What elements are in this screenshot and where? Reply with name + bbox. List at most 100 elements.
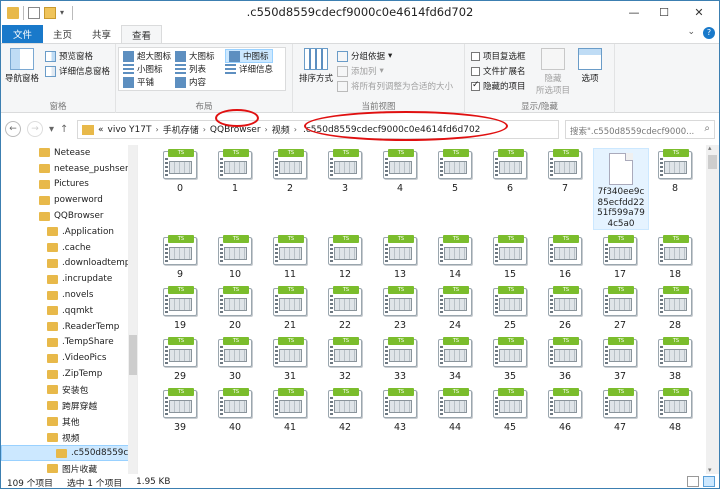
chevron-right-icon[interactable]: › xyxy=(294,125,297,134)
nav-tree-item[interactable]: .cache xyxy=(1,240,137,256)
file-item[interactable]: TS 27 xyxy=(597,286,643,331)
nav-tree-item[interactable]: Netease xyxy=(1,145,137,161)
file-item[interactable]: TS 37 xyxy=(597,337,643,382)
layout-extra-large-icons[interactable]: 超大图标 xyxy=(123,50,171,62)
file-item[interactable]: TS 20 xyxy=(212,286,258,331)
file-item[interactable]: TS 16 xyxy=(542,235,588,280)
chevron-right-icon[interactable]: › xyxy=(265,125,268,134)
file-item[interactable]: TS 19 xyxy=(157,286,203,331)
chevron-right-icon[interactable]: › xyxy=(203,125,206,134)
scrollbar-thumb[interactable] xyxy=(129,335,137,375)
tab-view[interactable]: 查看 xyxy=(121,25,163,43)
file-item[interactable]: TS 38 xyxy=(652,337,698,382)
file-item[interactable]: TS 44 xyxy=(432,388,478,433)
nav-tree-item[interactable]: .TempShare xyxy=(1,335,137,351)
nav-tree-item[interactable]: 安装包 xyxy=(1,382,137,398)
breadcrumb-device[interactable]: vivo Y17T xyxy=(108,125,152,135)
nav-tree-item[interactable]: .c550d8559cd xyxy=(1,445,137,461)
nav-scrollbar[interactable] xyxy=(128,145,137,474)
layout-medium-icons[interactable]: 中图标 xyxy=(225,49,273,63)
file-item[interactable]: TS 40 xyxy=(212,388,258,433)
nav-tree-item[interactable]: .ZipTemp xyxy=(1,366,137,382)
file-item[interactable]: TS 5 xyxy=(432,149,478,194)
nav-tree-item[interactable]: 跨屏穿越 xyxy=(1,398,137,414)
file-item[interactable]: TS 25 xyxy=(487,286,533,331)
nav-tree-item[interactable]: .incrupdate xyxy=(1,271,137,287)
nav-tree-item[interactable]: netease_pushservice xyxy=(1,161,137,177)
help-icon[interactable]: ? xyxy=(703,27,715,39)
preview-pane-button[interactable]: 预览窗格 xyxy=(45,50,93,62)
file-item[interactable]: TS 36 xyxy=(542,337,588,382)
checkbox[interactable] xyxy=(471,80,480,91)
scrollbar-thumb[interactable] xyxy=(708,155,717,169)
selected-file-item[interactable]: 7f340ee9c85ecfdd2251f599a794c5a0 xyxy=(593,148,649,230)
address-bar[interactable]: « vivo Y17T › 手机存储 › QQBrowser › 视频 › .c… xyxy=(77,120,559,139)
tab-file[interactable]: 文件 xyxy=(2,25,44,43)
file-item[interactable]: TS 0 xyxy=(157,149,203,194)
layout-content[interactable]: 内容 xyxy=(175,76,206,88)
up-button[interactable]: ↑ xyxy=(60,124,68,135)
nav-tree-item[interactable]: .qqmkt xyxy=(1,303,137,319)
file-item[interactable]: TS 46 xyxy=(542,388,588,433)
add-column-button[interactable]: 添加列 ▾ xyxy=(337,65,384,77)
breadcrumb-current[interactable]: .c550d8559cdecf9000c0e4614fd6d702 xyxy=(301,125,482,135)
file-item[interactable]: TS 2 xyxy=(267,149,313,194)
scroll-up-icon[interactable]: ▴ xyxy=(708,144,712,152)
file-item[interactable]: TS 48 xyxy=(652,388,698,433)
nav-tree-item[interactable]: .novels xyxy=(1,287,137,303)
minimize-button[interactable]: — xyxy=(619,1,649,23)
file-item[interactable]: TS 34 xyxy=(432,337,478,382)
breadcrumb-storage[interactable]: 手机存储 xyxy=(163,123,199,136)
file-item[interactable]: TS 15 xyxy=(487,235,533,280)
close-button[interactable]: ✕ xyxy=(679,1,719,23)
file-item[interactable]: TS 8 xyxy=(652,149,698,194)
file-item[interactable]: TS 30 xyxy=(212,337,258,382)
file-item[interactable]: TS 23 xyxy=(377,286,423,331)
item-checkboxes-toggle[interactable]: 项目复选框 xyxy=(471,50,526,62)
file-item[interactable]: TS 42 xyxy=(322,388,368,433)
file-item[interactable]: TS 4 xyxy=(377,149,423,194)
layout-details[interactable]: 详细信息 xyxy=(225,63,273,75)
nav-tree-item[interactable]: .downloadtemp xyxy=(1,256,137,272)
file-item[interactable]: TS 47 xyxy=(597,388,643,433)
nav-tree-item[interactable]: .ReaderTemp xyxy=(1,319,137,335)
nav-tree-item[interactable]: QQBrowser xyxy=(1,208,137,224)
file-item[interactable]: TS 17 xyxy=(597,235,643,280)
maximize-button[interactable]: ☐ xyxy=(649,1,679,23)
tab-home[interactable]: 主页 xyxy=(43,25,82,43)
breadcrumb-qqbrowser[interactable]: QQBrowser xyxy=(210,125,261,135)
nav-tree-item[interactable]: powerword xyxy=(1,192,137,208)
breadcrumb-overflow[interactable]: « xyxy=(98,125,104,135)
nav-tree-item[interactable]: Pictures xyxy=(1,177,137,193)
file-item[interactable]: TS 10 xyxy=(212,235,258,280)
nav-tree-item[interactable]: 视频 xyxy=(1,429,137,445)
breadcrumb-video[interactable]: 视频 xyxy=(272,123,290,136)
back-button[interactable]: ← xyxy=(5,121,21,137)
details-pane-button[interactable]: 详细信息窗格 xyxy=(45,65,110,77)
file-item[interactable]: TS 43 xyxy=(377,388,423,433)
file-item[interactable]: TS 3 xyxy=(322,149,368,194)
nav-tree-item[interactable]: .VideoPics xyxy=(1,350,137,366)
tab-share[interactable]: 共享 xyxy=(82,25,121,43)
details-view-icon[interactable] xyxy=(687,476,699,487)
file-item[interactable]: TS 11 xyxy=(267,235,313,280)
content-scrollbar[interactable]: ▴ ▾ xyxy=(706,144,719,474)
file-item[interactable]: TS 22 xyxy=(322,286,368,331)
file-item[interactable]: TS 28 xyxy=(652,286,698,331)
file-item[interactable]: TS 18 xyxy=(652,235,698,280)
layout-tiles[interactable]: 平铺 xyxy=(123,76,154,88)
hidden-items-toggle[interactable]: 隐藏的项目 xyxy=(471,80,526,92)
file-item[interactable]: TS 31 xyxy=(267,337,313,382)
file-item[interactable]: TS 14 xyxy=(432,235,478,280)
layout-large-icons[interactable]: 大图标 xyxy=(175,50,215,62)
large-icons-view-icon[interactable] xyxy=(703,476,715,487)
file-item[interactable]: TS 1 xyxy=(212,149,258,194)
layout-list[interactable]: 列表 xyxy=(175,63,206,75)
nav-tree-item[interactable]: 其他 xyxy=(1,414,137,430)
nav-tree-item[interactable]: .Application xyxy=(1,224,137,240)
file-item[interactable]: TS 26 xyxy=(542,286,588,331)
nav-tree-item[interactable]: 图片收藏 xyxy=(1,461,137,474)
options-button[interactable]: 选项 xyxy=(575,48,605,84)
nav-pane-button[interactable]: 导航窗格 xyxy=(5,48,39,84)
file-extensions-toggle[interactable]: 文件扩展名 xyxy=(471,65,526,77)
